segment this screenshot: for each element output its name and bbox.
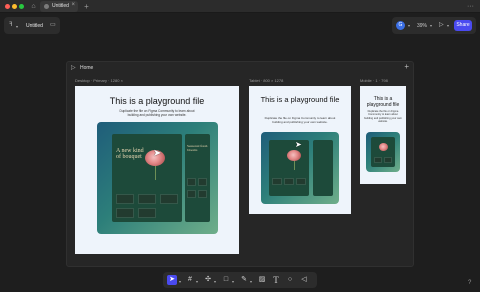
- new-tab-icon[interactable]: +: [82, 2, 91, 11]
- preview-thumb: [116, 208, 134, 218]
- frame-tablet[interactable]: This is a playground file Duplicate the …: [249, 86, 351, 214]
- chevron-down-icon: ▾: [430, 23, 433, 28]
- chevron-down-icon: ▾: [408, 23, 411, 28]
- bottom-toolbar: ➤ ▾ # ▾ ✣ ▾ □ ▾ ✎ ▾ ▨ T ○ ◁: [163, 272, 317, 288]
- close-window-button[interactable]: [5, 4, 10, 9]
- preview-thumb: [198, 178, 207, 186]
- frame-label-tablet[interactable]: Tablet · 800 × 1278: [249, 78, 283, 83]
- frame-description: Duplicate the file on Figma Community to…: [364, 110, 402, 124]
- minimize-window-button[interactable]: [12, 4, 17, 9]
- image-tool-icon[interactable]: ▨: [257, 275, 267, 285]
- maximize-window-button[interactable]: [19, 4, 24, 9]
- section-header: ▷ Home +: [67, 62, 413, 74]
- website-preview-card: [366, 132, 400, 172]
- website-preview-card: A new kind of bouquet Seasonal fresh blo…: [97, 122, 218, 234]
- frame-desktop[interactable]: This is a playground file Duplicate the …: [75, 86, 239, 254]
- file-name[interactable]: Untitled: [26, 23, 43, 29]
- frame-label-mobile[interactable]: Mobile · 1 · 798: [360, 78, 388, 83]
- figma-file-icon: [44, 4, 49, 9]
- frame-title: This is a playground file: [366, 96, 400, 108]
- tab-title: Untitled: [52, 3, 69, 9]
- preview-desktop-page: [269, 140, 309, 196]
- avatar[interactable]: G: [396, 21, 405, 30]
- preview-side-page: [313, 140, 333, 196]
- frame-description: Duplicate the file on Figma Community to…: [264, 116, 336, 124]
- play-icon[interactable]: ▷: [71, 64, 76, 71]
- frame-mobile[interactable]: This is a playground file Duplicate the …: [360, 86, 406, 184]
- help-button[interactable]: ?: [468, 280, 471, 286]
- frame-title: This is a playground file: [109, 96, 205, 106]
- preview-thumb: [187, 178, 196, 186]
- preview-thumb: [296, 178, 306, 185]
- header-controls: G ▾ 39% ▾ ▷ ▾ Share: [392, 17, 476, 34]
- frame-tool-icon[interactable]: #: [185, 275, 195, 285]
- preview-side-headline: Seasonal fresh blooms: [187, 144, 208, 152]
- file-tab[interactable]: Untitled ×: [40, 1, 78, 12]
- share-button[interactable]: Share: [454, 20, 472, 31]
- section-title[interactable]: Home: [80, 65, 93, 71]
- add-icon[interactable]: +: [404, 62, 409, 71]
- preview-thumb: [138, 194, 156, 204]
- rectangle-tool-icon[interactable]: □: [221, 275, 231, 285]
- preview-thumb: [116, 194, 134, 204]
- preview-thumb: [272, 178, 282, 185]
- preview-thumb: [198, 190, 207, 198]
- more-icon[interactable]: ···: [466, 2, 475, 11]
- frame-label-desktop[interactable]: Desktop · Primary · 1280 ×: [75, 78, 123, 83]
- preview-headline: A new kind of bouquet: [116, 148, 144, 160]
- chevron-down-icon: ▾: [447, 23, 450, 28]
- sidebar-toggle-icon[interactable]: ▭: [50, 20, 56, 30]
- canvas[interactable]: ꟻ ▾ Untitled ▭ G ▾ 39% ▾ ▷ ▾ Share ▷ Hom…: [0, 13, 480, 292]
- preview-thumb: [187, 190, 196, 198]
- comment-tool-icon[interactable]: ○: [285, 275, 295, 285]
- preview-thumb: [284, 178, 294, 185]
- tab-close-icon[interactable]: ×: [71, 2, 75, 8]
- preview-thumb: [138, 208, 156, 218]
- website-preview-card: ➤: [261, 132, 339, 204]
- preview-desktop-page: A new kind of bouquet: [112, 134, 182, 222]
- zoom-level[interactable]: 39%: [417, 23, 427, 29]
- pen-tool-icon[interactable]: ✎: [239, 275, 249, 285]
- cursor-icon: ➤: [153, 148, 162, 159]
- chevron-down-icon[interactable]: ▾: [214, 279, 216, 284]
- move-tool-icon[interactable]: ➤: [167, 275, 177, 285]
- window-titlebar: ⌂ Untitled × + ···: [0, 0, 480, 13]
- cursor-icon: ➤: [295, 140, 302, 149]
- frame-description: Duplicate the file on Figma Community to…: [119, 109, 195, 117]
- preview-mobile-page: [371, 137, 395, 167]
- present-icon[interactable]: ▷: [439, 21, 444, 28]
- figma-menu-icon[interactable]: ꟻ: [9, 20, 12, 30]
- preview-side-page: Seasonal fresh blooms: [185, 134, 210, 222]
- text-tool-icon[interactable]: T: [271, 275, 281, 285]
- frame-title: This is a playground file: [260, 95, 340, 104]
- actions-tool-icon[interactable]: ◁: [299, 275, 309, 285]
- preview-thumb: [384, 157, 392, 163]
- home-icon[interactable]: ⌂: [29, 2, 38, 11]
- flower-image: [379, 143, 388, 151]
- file-menu: ꟻ ▾ Untitled ▭: [4, 17, 60, 34]
- chevron-down-icon[interactable]: ▾: [232, 279, 234, 284]
- chevron-down-icon[interactable]: ▾: [250, 279, 252, 284]
- preview-thumb: [160, 194, 178, 204]
- chevron-down-icon: ▾: [16, 24, 19, 29]
- component-tool-icon[interactable]: ✣: [203, 275, 213, 285]
- section-home[interactable]: ▷ Home + Desktop · Primary · 1280 × Tabl…: [66, 61, 414, 267]
- chevron-down-icon[interactable]: ▾: [179, 279, 181, 284]
- flower-image: [287, 150, 301, 161]
- preview-thumb: [374, 157, 382, 163]
- chevron-down-icon[interactable]: ▾: [196, 279, 198, 284]
